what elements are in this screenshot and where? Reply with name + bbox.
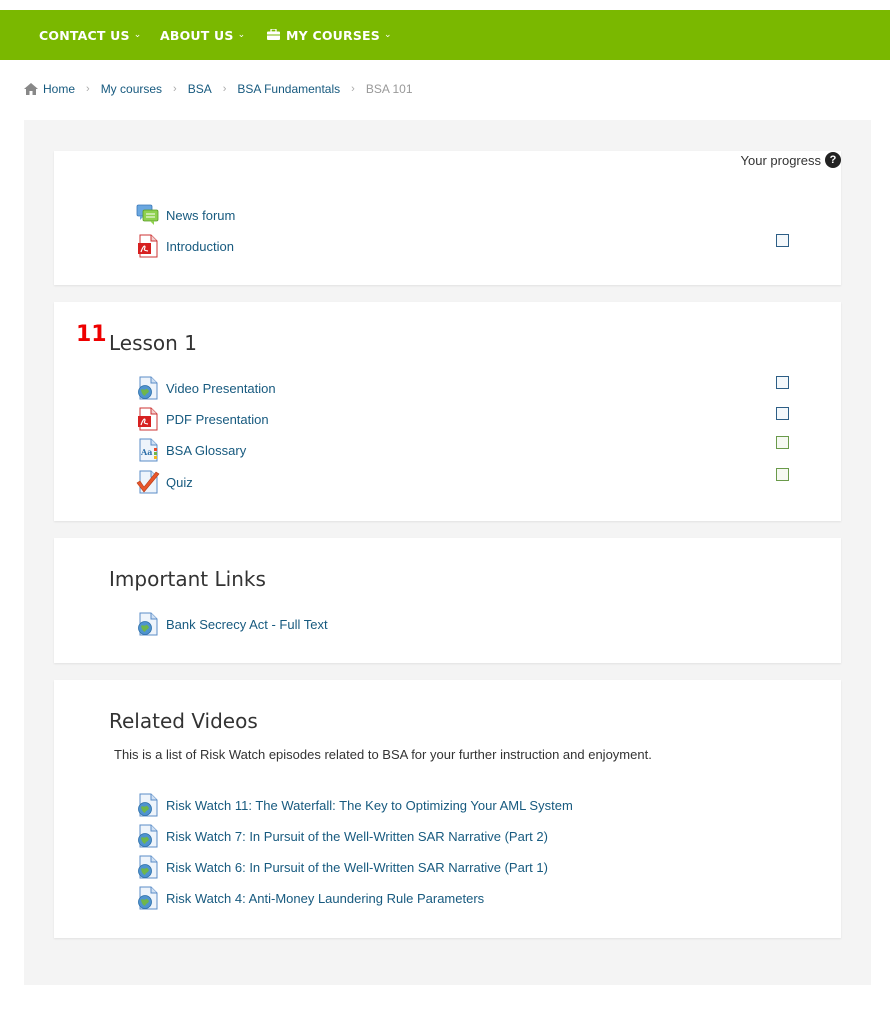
completion-checkbox[interactable] — [776, 376, 789, 389]
nav-contact-us-label: CONTACT US — [39, 27, 130, 43]
activity-introduction[interactable]: Introduction — [136, 234, 234, 258]
url-globe-icon — [136, 855, 160, 879]
breadcrumb-bsa-fundamentals[interactable]: BSA Fundamentals — [237, 82, 340, 96]
activity-risk-watch-7[interactable]: Risk Watch 7: In Pursuit of the Well-Wri… — [136, 824, 548, 848]
activity-label: Bank Secrecy Act - Full Text — [166, 616, 328, 632]
chevron-down-icon: ⌄ — [237, 30, 246, 40]
chevron-right-icon: › — [351, 83, 355, 95]
activity-quiz[interactable]: Quiz — [136, 470, 193, 494]
course-section-related-videos: Related Videos This is a list of Risk Wa… — [54, 680, 841, 938]
section-summary: This is a list of Risk Watch episodes re… — [114, 747, 652, 762]
url-globe-icon — [136, 612, 160, 636]
url-globe-icon — [136, 793, 160, 817]
activity-label: Risk Watch 6: In Pursuit of the Well-Wri… — [166, 859, 548, 875]
activity-label: Introduction — [166, 238, 234, 254]
section-title: Important Links — [109, 567, 266, 591]
completion-checkbox[interactable] — [776, 407, 789, 420]
course-section-important-links: Important Links Bank Secrecy Act - Full … — [54, 538, 841, 663]
nav-about-us[interactable]: ABOUT US ⌄ — [160, 28, 245, 43]
activity-label: PDF Presentation — [166, 411, 269, 427]
activity-risk-watch-4[interactable]: Risk Watch 4: Anti-Money Laundering Rule… — [136, 886, 484, 910]
activity-video-presentation[interactable]: Video Presentation — [136, 376, 276, 400]
completion-checkbox[interactable] — [776, 234, 789, 247]
nav-my-courses[interactable]: MY COURSES ⌄ — [267, 28, 392, 43]
activity-label: Risk Watch 7: In Pursuit of the Well-Wri… — [166, 828, 548, 844]
section-marker: 11 — [76, 322, 107, 347]
help-icon[interactable]: ? — [825, 152, 841, 168]
glossary-icon — [136, 438, 160, 462]
completion-checkbox-auto — [776, 468, 789, 481]
nav-about-us-label: ABOUT US — [160, 27, 234, 43]
course-section-general: Your progress ? News forum Introduction — [54, 151, 841, 285]
activity-label: Video Presentation — [166, 380, 276, 396]
breadcrumb: Home › My courses › BSA › BSA Fundamenta… — [24, 80, 413, 98]
completion-checkbox-auto — [776, 436, 789, 449]
home-icon[interactable] — [24, 83, 38, 95]
url-globe-icon — [136, 886, 160, 910]
breadcrumb-bsa[interactable]: BSA — [188, 82, 212, 96]
breadcrumb-home[interactable]: Home — [43, 82, 75, 96]
section-title: Lesson 1 — [109, 331, 197, 355]
chevron-right-icon: › — [86, 83, 90, 95]
activity-label: Risk Watch 4: Anti-Money Laundering Rule… — [166, 890, 485, 906]
chevron-right-icon: › — [173, 83, 177, 95]
briefcase-icon — [267, 27, 280, 43]
activity-news-forum[interactable]: News forum — [136, 203, 235, 227]
breadcrumb-my-courses[interactable]: My courses — [101, 82, 162, 96]
activity-label: BSA Glossary — [166, 442, 247, 458]
top-navigation-bar: CONTACT US ⌄ ABOUT US ⌄ MY COURSES ⌄ — [0, 10, 890, 60]
nav-contact-us[interactable]: CONTACT US ⌄ — [39, 28, 141, 43]
url-globe-icon — [136, 376, 160, 400]
nav-my-courses-label: MY COURSES — [286, 27, 380, 43]
activity-risk-watch-6[interactable]: Risk Watch 6: In Pursuit of the Well-Wri… — [136, 855, 548, 879]
your-progress-label: Your progress — [740, 152, 821, 168]
activity-bank-secrecy-act[interactable]: Bank Secrecy Act - Full Text — [136, 612, 328, 636]
pdf-icon — [136, 234, 160, 258]
activity-pdf-presentation[interactable]: PDF Presentation — [136, 407, 269, 431]
activity-label: Risk Watch 11: The Waterfall: The Key to… — [166, 797, 573, 813]
course-content-area: Your progress ? News forum Introduction … — [24, 120, 871, 985]
activity-bsa-glossary[interactable]: BSA Glossary — [136, 438, 246, 462]
breadcrumb-current: BSA 101 — [365, 82, 413, 96]
activity-label: News forum — [166, 207, 236, 223]
section-title: Related Videos — [109, 709, 258, 733]
forum-icon — [136, 203, 160, 227]
course-section-lesson-1: 11 Lesson 1 Video Presentation PDF Prese… — [54, 302, 841, 521]
url-globe-icon — [136, 824, 160, 848]
quiz-icon — [136, 470, 160, 494]
chevron-down-icon: ⌄ — [383, 30, 392, 40]
your-progress: Your progress ? — [741, 151, 841, 169]
chevron-down-icon: ⌄ — [133, 30, 142, 40]
chevron-right-icon: › — [222, 83, 227, 95]
activity-risk-watch-11[interactable]: Risk Watch 11: The Waterfall: The Key to… — [136, 793, 573, 817]
pdf-icon — [136, 407, 160, 431]
activity-label: Quiz — [166, 474, 193, 490]
